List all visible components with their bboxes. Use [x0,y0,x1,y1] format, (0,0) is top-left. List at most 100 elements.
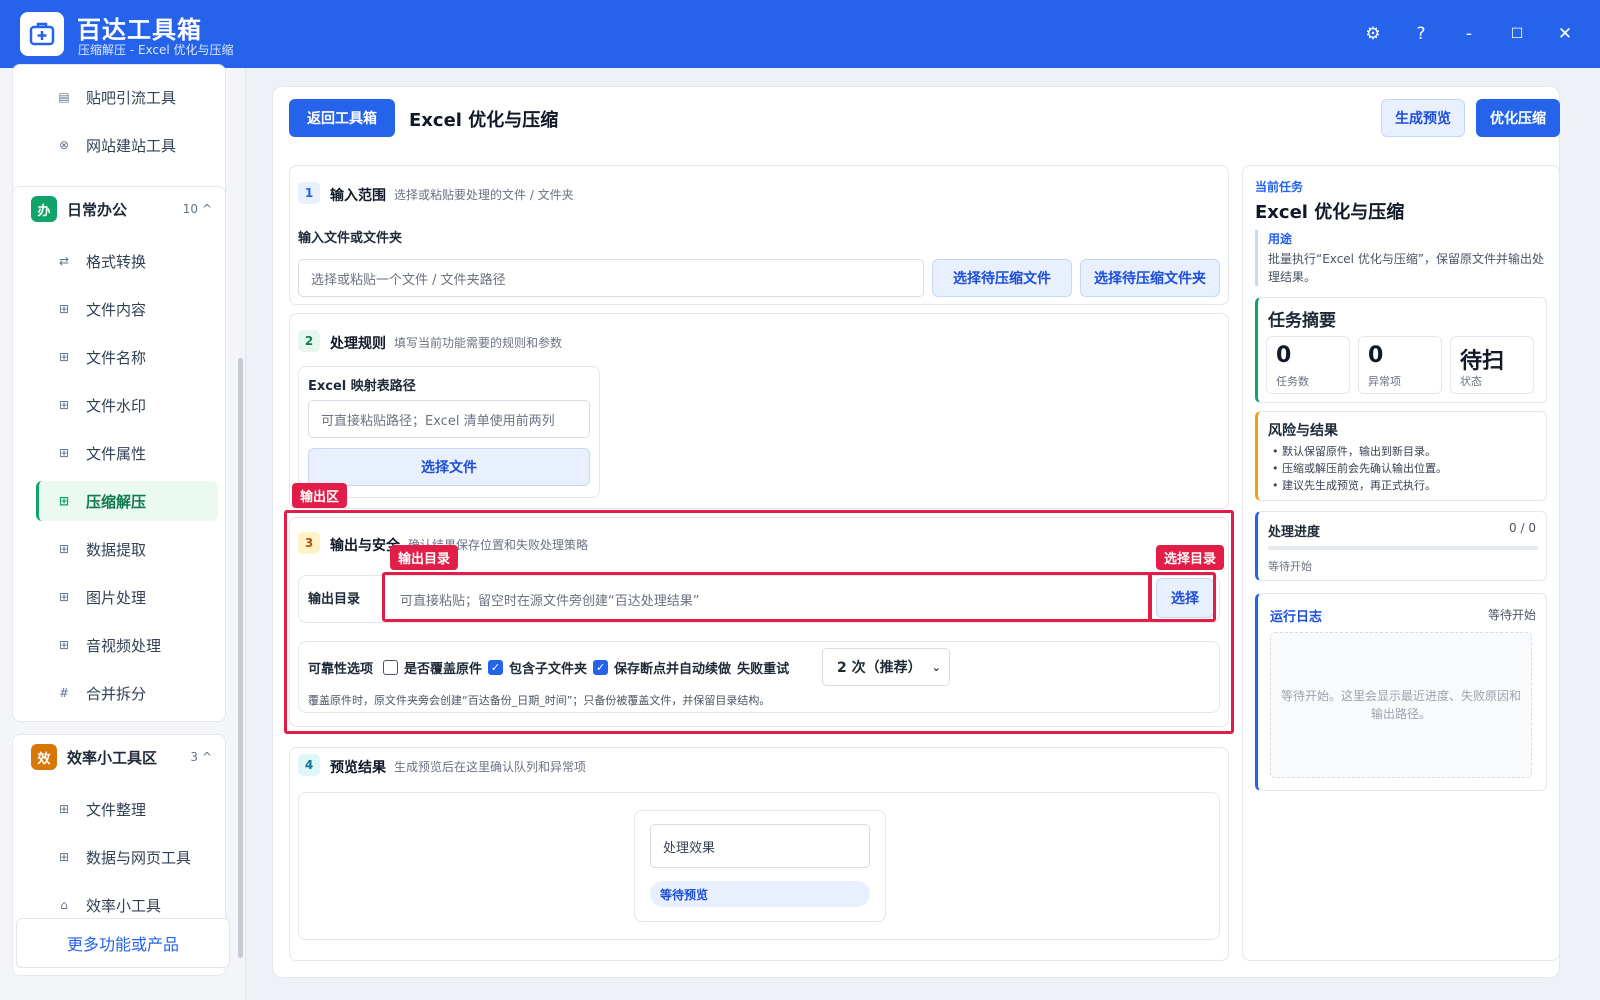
more-products-button[interactable]: 更多功能或产品 [16,918,230,968]
input-path-field[interactable]: 选择或粘贴一个文件 / 文件夹路径 [298,259,924,297]
help-icon[interactable]: ? [1407,20,1435,48]
sidebar-item-data-web[interactable]: ⊞ 数据与网页工具 [22,837,218,877]
grid-icon: ⊞ [58,494,70,508]
generate-preview-button[interactable]: 生成预览 [1381,99,1465,137]
grid-icon: ⊞ [58,350,70,364]
stat-label: 任务数 [1276,375,1309,388]
sidebar-scrollbar[interactable] [238,358,243,958]
efficiency-badge-icon: 效 [31,744,57,770]
grid-icon: ⊞ [58,590,70,604]
sidebar-item-label: 压缩解压 [86,492,147,511]
optimize-compress-button[interactable]: 优化压缩 [1476,99,1560,137]
stat-tasks: 0 任务数 [1266,336,1350,394]
risk-card: 风险与结果 • 默认保留原件，输出到新目录。 • 压缩或解压前会先确认输出位置。… [1255,411,1547,501]
log-output[interactable]: 等待开始。这里会显示最近进度、失败原因和输出路径。 [1270,632,1532,778]
sidebar-group-header-office[interactable]: 办 日常办公 10 ^ [18,186,226,232]
select-file-button[interactable]: 选择待压缩文件 [932,259,1072,297]
output-area-highlight [284,510,1234,734]
globe-icon: ⊗ [58,138,70,152]
grid-icon: ⊞ [58,850,70,864]
choose-dir-tag: 选择目录 [1156,545,1225,570]
sidebar-item-file-content[interactable]: ⊞ 文件内容 [22,289,218,329]
grid-icon: ⊞ [58,398,70,412]
mapping-path-field[interactable]: 可直接粘贴路径；Excel 清单使用前两列 [308,400,590,438]
stat-value: 待扫 [1460,349,1505,374]
minimize-icon[interactable]: - [1455,20,1483,48]
chevron-up-icon: ^ [201,750,212,764]
group-name: 效率小工具区 [67,748,158,767]
sidebar-item-format-convert[interactable]: ⇄ 格式转换 [22,241,218,281]
office-badge-icon: 办 [31,196,57,222]
field-label: 输入文件或文件夹 [298,231,403,246]
sidebar-item-label: 格式转换 [86,252,147,271]
section-description: 选择或粘贴要处理的文件 / 文件夹 [394,188,574,202]
log-card: 运行日志 等待开始 等待开始。这里会显示最近进度、失败原因和输出路径。 [1255,593,1547,791]
sidebar-group-header-efficiency[interactable]: 效 效率小工具区 3 ^ [18,734,226,780]
group-count: 10 [182,202,198,216]
waiting-preview-badge: 等待预览 [650,881,870,907]
risk-title: 风险与结果 [1268,423,1338,439]
progress-bar [1268,546,1538,550]
output-dir-highlight [382,572,1152,622]
stat-value: 0 [1368,343,1384,368]
section-description: 生成预览后在这里确认队列和异常项 [394,760,587,774]
progress-title: 处理进度 [1268,525,1321,540]
home-icon: ⌂ [60,898,68,912]
title-bar: 百达工具箱 压缩解压 - Excel 优化与压缩 ⚙ ? - ☐ ✕ [0,0,1600,68]
maximize-icon[interactable]: ☐ [1503,20,1531,48]
choose-file-button[interactable]: 选择文件 [308,448,590,486]
grid-icon: ⊞ [58,542,70,556]
sidebar-item-merge-split[interactable]: # 合并拆分 [22,673,218,713]
sidebar-item-av[interactable]: ⊞ 音视频处理 [22,625,218,665]
document-icon: ▤ [58,90,70,104]
step-number: 1 [298,182,320,204]
section-title: 输入范围 [330,188,386,204]
select-folder-button[interactable]: 选择待压缩文件夹 [1080,259,1220,297]
sidebar-item-file-attributes[interactable]: ⊞ 文件属性 [22,433,218,473]
sidebar-item-website[interactable]: ⊗ 网站建站工具 [22,125,218,165]
log-status: 等待开始 [1487,608,1536,622]
risk-item: • 默认保留原件，输出到新目录。 [1272,445,1436,458]
grid-icon: ⊞ [58,802,70,816]
purpose-text: 批量执行“Excel 优化与压缩”，保留原文件并输出处理结果。 [1268,252,1545,284]
sidebar-item-label: 效率小工具 [86,896,162,915]
chevron-up-icon: ^ [201,202,212,216]
sidebar-item-file-name[interactable]: ⊞ 文件名称 [22,337,218,377]
stat-status: 待扫 状态 [1450,336,1534,394]
sidebar-item-label: 音视频处理 [86,636,162,655]
group-count: 3 [190,750,198,764]
step-number: 4 [298,754,320,776]
section-description: 填写当前功能需要的规则和参数 [394,336,563,350]
sidebar-item-compress[interactable]: ⊞ 压缩解压 [36,481,218,521]
grid-icon: ⊞ [58,638,70,652]
progress-count: 0 / 0 [1509,521,1536,535]
hash-icon: # [58,686,70,700]
close-icon[interactable]: ✕ [1551,20,1579,48]
risk-list: • 默认保留原件，输出到新目录。 • 压缩或解压前会先确认输出位置。 • 建议先… [1272,443,1447,494]
sidebar-item-label: 图片处理 [86,588,147,607]
stat-label: 异常项 [1368,375,1401,388]
sidebar-item-watermark[interactable]: ⊞ 文件水印 [22,385,218,425]
back-button[interactable]: 返回工具箱 [289,99,395,137]
settings-gear-icon[interactable]: ⚙ [1359,20,1387,48]
field-label: Excel 映射表路径 [308,379,416,394]
purpose-block: 用途 批量执行“Excel 优化与压缩”，保留原文件并输出处理结果。 [1255,230,1547,286]
grid-icon: ⊞ [58,446,70,460]
output-dir-tag: 输出目录 [390,545,459,570]
sidebar-item-data-extract[interactable]: ⊞ 数据提取 [22,529,218,569]
sidebar-item-tieba[interactable]: ▤ 贴吧引流工具 [22,77,218,117]
sidebar-item-image[interactable]: ⊞ 图片处理 [22,577,218,617]
sidebar-item-label: 文件整理 [86,800,147,819]
sidebar: ▤ 贴吧引流工具 ⊗ 网站建站工具 办 日常办公 10 ^ ⇄ 格式转换 ⊞ 文件内… [0,64,246,1000]
stat-value: 0 [1276,343,1292,368]
effect-label: 处理效果 [650,824,870,868]
sidebar-item-label: 数据与网页工具 [86,848,192,867]
stat-label: 状态 [1460,375,1482,388]
choose-dir-highlight [1148,572,1216,622]
step-number: 2 [298,330,320,352]
progress-status: 等待开始 [1268,560,1312,573]
swap-icon: ⇄ [58,254,70,268]
sidebar-item-file-organize[interactable]: ⊞ 文件整理 [22,789,218,829]
risk-item: • 建议先生成预览，再正式执行。 [1272,479,1436,492]
sidebar-item-label: 文件属性 [86,444,147,463]
